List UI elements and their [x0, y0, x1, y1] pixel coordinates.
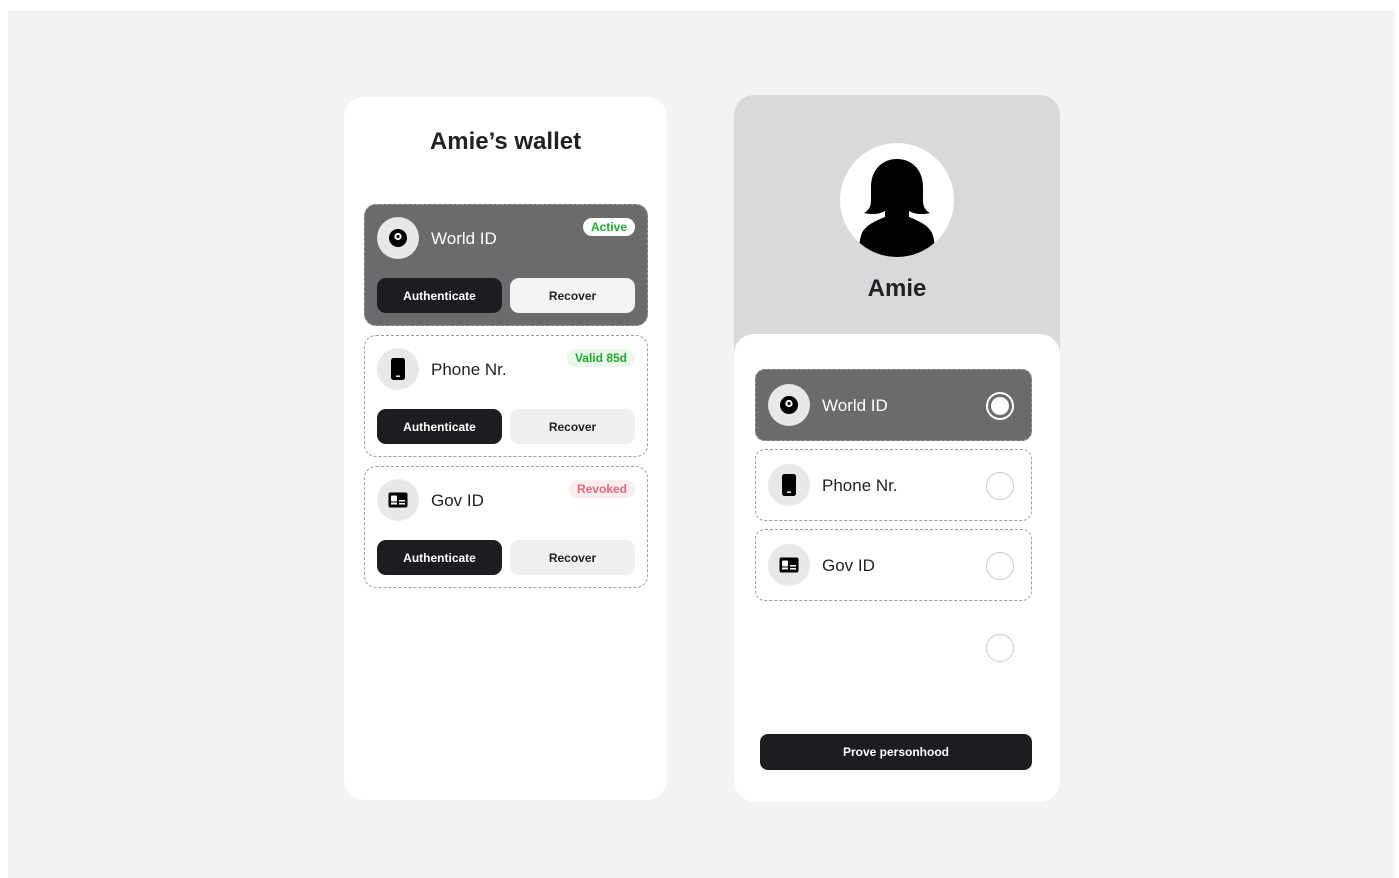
credential-card-world-id[interactable]: World ID Active Authenticate Recover — [364, 204, 648, 326]
status-badge: Revoked — [568, 480, 635, 498]
id-card-icon — [768, 544, 810, 586]
person-icon — [859, 159, 935, 257]
recover-button[interactable]: Recover — [510, 278, 635, 313]
profile-panel: Amie World ID Phone Nr. Gov ID Prove per… — [734, 95, 1060, 802]
authenticate-button[interactable]: Authenticate — [377, 278, 502, 313]
credential-label: Phone Nr. — [431, 360, 507, 379]
authenticate-button[interactable]: Authenticate — [377, 409, 502, 444]
avatar — [840, 143, 954, 257]
credential-card-phone[interactable]: Phone Nr. Valid 85d Authenticate Recover — [364, 335, 648, 457]
orb-icon — [768, 384, 810, 426]
radio-unselected[interactable] — [986, 472, 1014, 500]
id-card-icon — [377, 479, 419, 521]
credential-card-gov-id[interactable]: Gov ID Revoked Authenticate Recover — [364, 466, 648, 588]
status-badge: Active — [582, 218, 635, 236]
option-label: Gov ID — [822, 556, 875, 575]
credential-label: Gov ID — [431, 491, 484, 510]
status-badge: Valid 85d — [566, 349, 635, 367]
canvas — [8, 11, 1395, 878]
wallet-panel: Amie’s wallet World ID Active Authentica… — [344, 97, 667, 800]
option-label: Phone Nr. — [822, 476, 898, 495]
orb-icon — [377, 217, 419, 259]
recover-button[interactable]: Recover — [510, 409, 635, 444]
phone-icon — [377, 348, 419, 390]
radio-unselected[interactable] — [986, 634, 1014, 662]
recover-button[interactable]: Recover — [510, 540, 635, 575]
radio-unselected[interactable] — [986, 552, 1014, 580]
radio-selected[interactable] — [986, 392, 1014, 420]
credential-label: World ID — [431, 229, 497, 248]
option-label: World ID — [822, 396, 888, 415]
option-phone[interactable]: Phone Nr. — [755, 449, 1032, 521]
credential-selector: World ID Phone Nr. Gov ID Prove personho… — [734, 334, 1060, 802]
authenticate-button[interactable]: Authenticate — [377, 540, 502, 575]
option-world-id[interactable]: World ID — [755, 369, 1032, 441]
wallet-title: Amie’s wallet — [429, 128, 582, 155]
profile-name: Amie — [867, 275, 927, 302]
option-gov-id[interactable]: Gov ID — [755, 529, 1032, 601]
prove-personhood-button[interactable]: Prove personhood — [760, 734, 1032, 770]
phone-icon — [768, 464, 810, 506]
